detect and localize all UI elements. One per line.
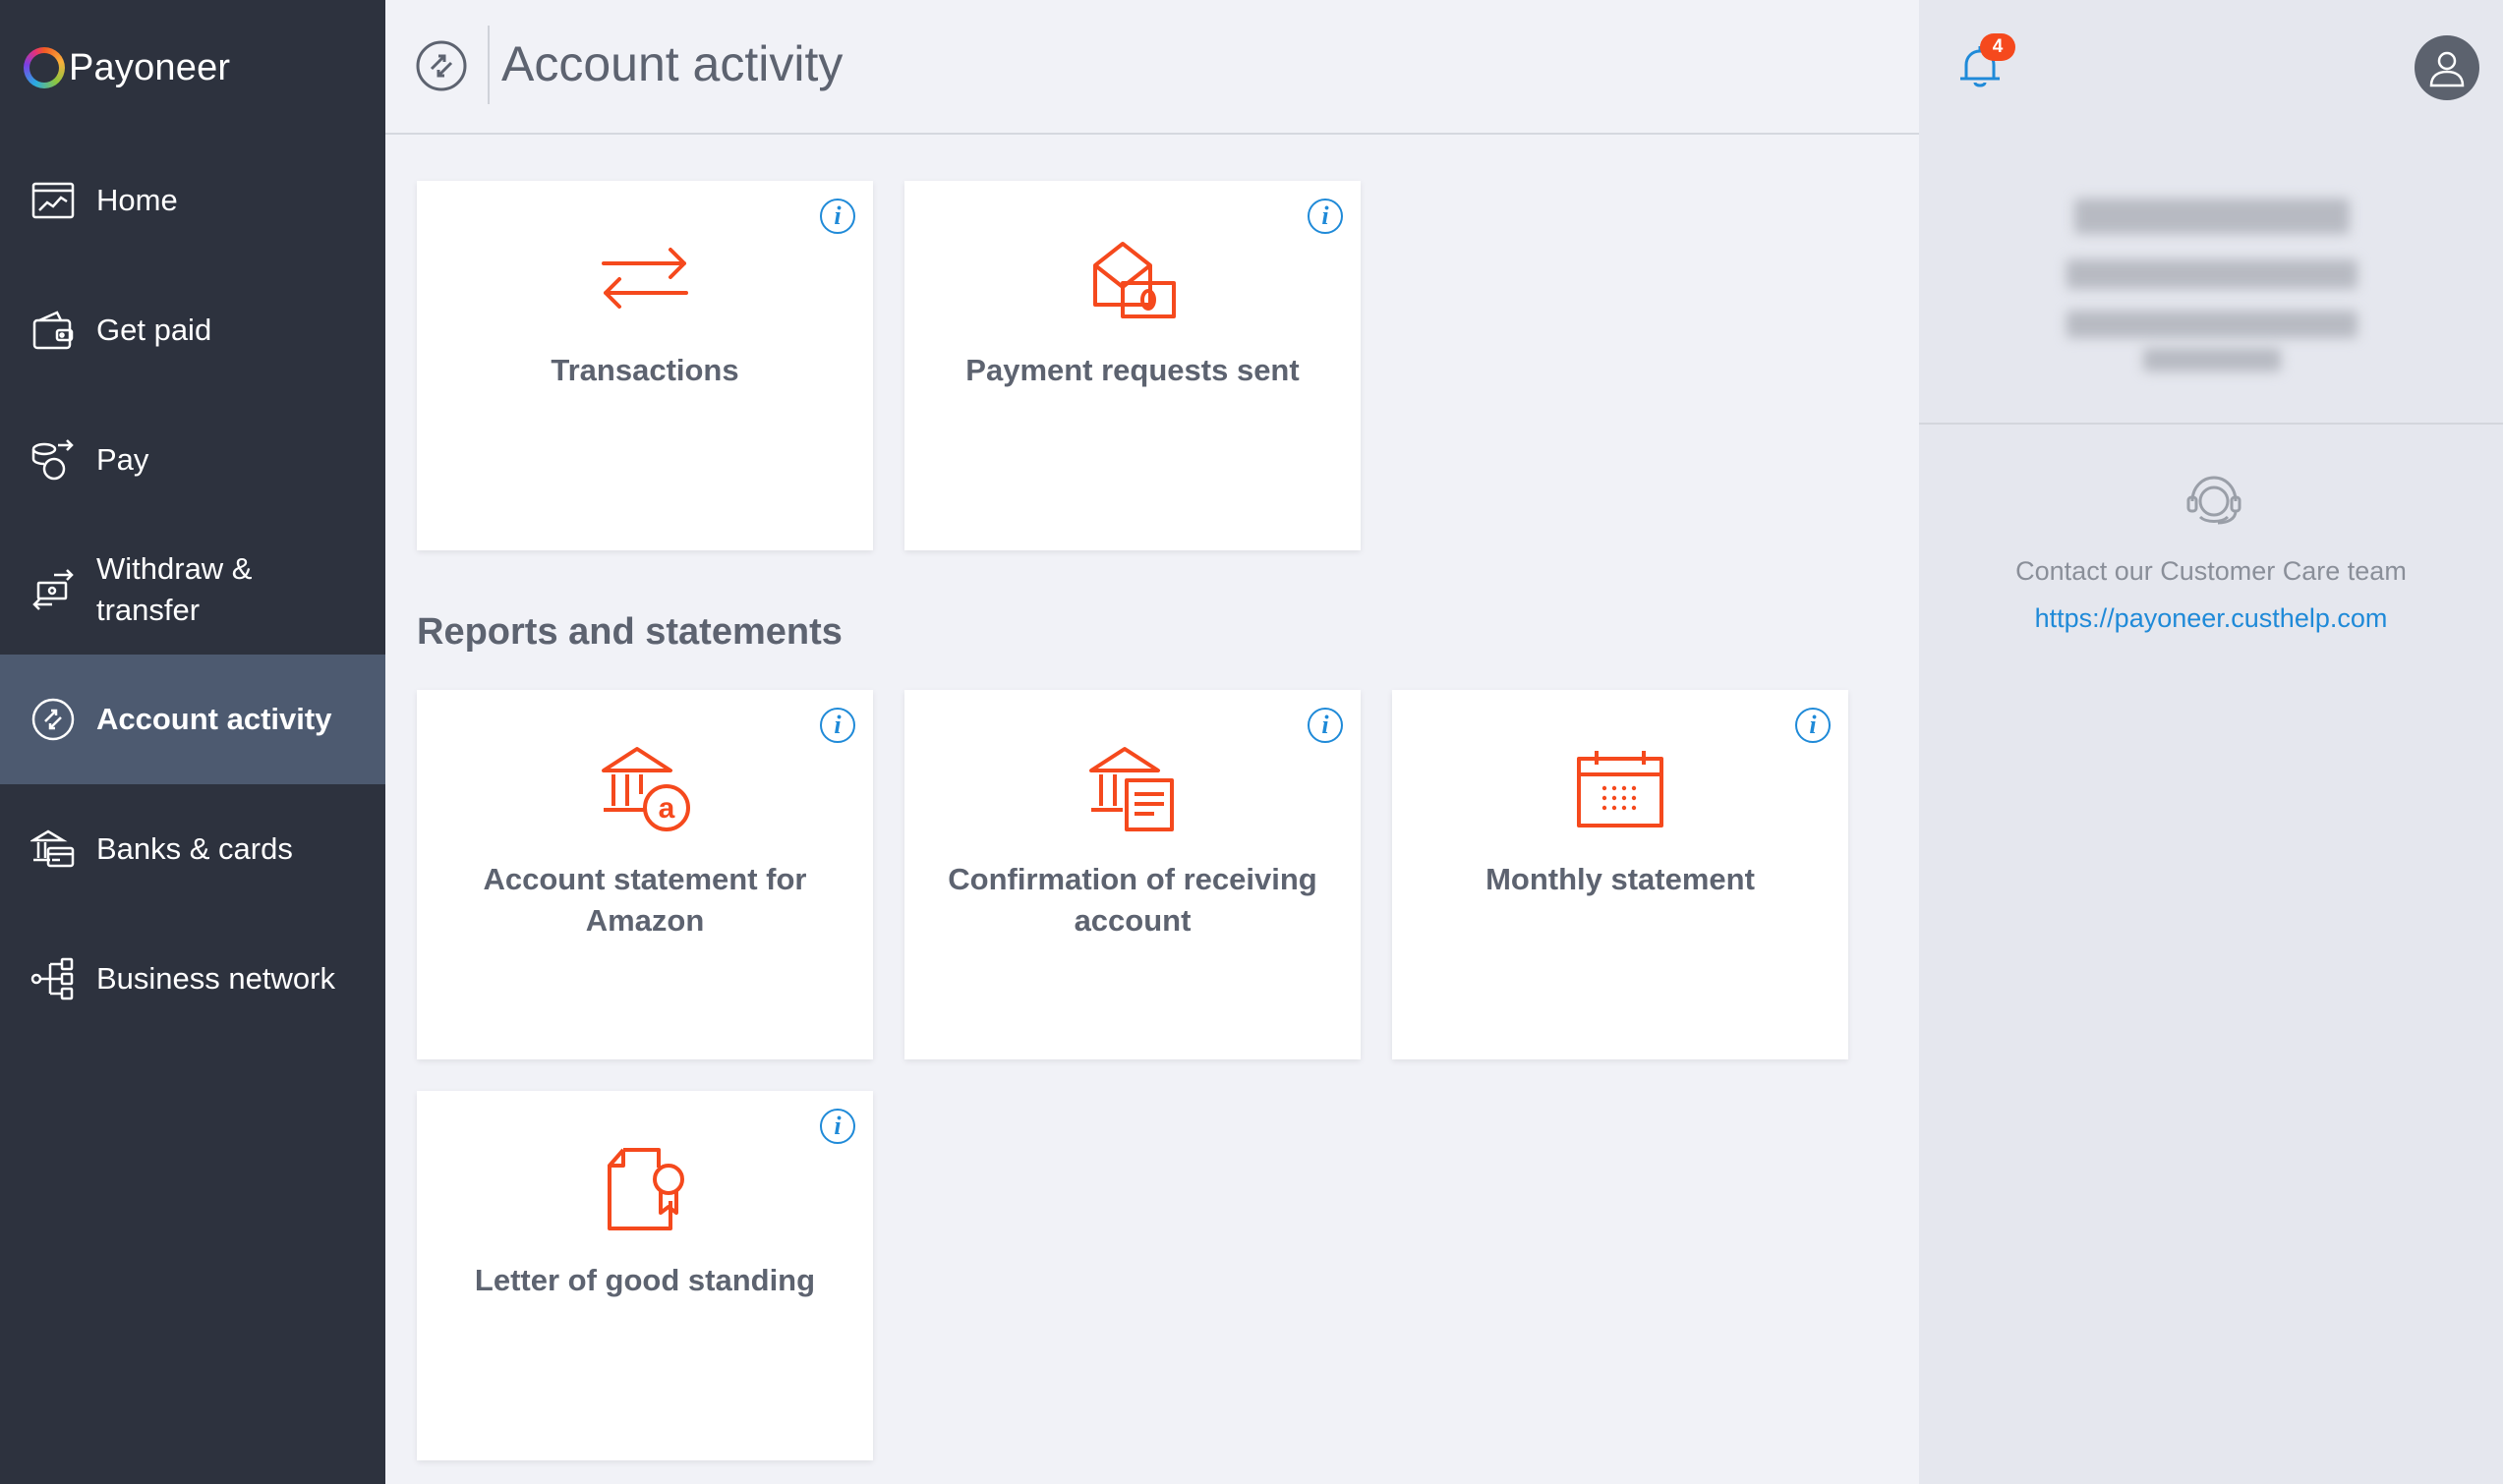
card-label: Transactions [551,353,739,387]
notification-badge: 4 [1980,33,2015,61]
card-monthly-statement[interactable]: i Monthly statement [1392,690,1848,1059]
wallet-icon [29,307,77,354]
panel-divider [1919,423,2503,425]
avatar[interactable] [2415,35,2479,100]
sidebar-item-label: Withdraw & transfer [96,551,253,627]
chart-window-icon [29,177,77,224]
sidebar-item-label: Banks & cards [96,831,293,866]
bank-amazon-icon: a [596,741,694,839]
card-label: Confirmation of receiving account [948,862,1317,938]
sidebar-item-label: Account activity [96,702,332,736]
blurred-account-extra [2143,348,2281,371]
card-label: Letter of good standing [474,1263,816,1297]
sidebar-item-label: Get paid [96,313,212,347]
info-icon[interactable]: i [820,1109,855,1144]
certificate-icon [596,1142,694,1240]
arrows-exchange-icon [596,232,694,330]
card-account-statement-amazon[interactable]: i a Account statement for Amazon [417,690,873,1059]
info-icon[interactable]: i [1795,708,1831,743]
sidebar-item-banks-cards[interactable]: Banks & cards [0,784,385,914]
activity-circle-icon [415,39,468,92]
sidebar: Payoneer Home Get paid Pay Withdraw & tr… [0,0,385,1484]
network-icon [29,955,77,1002]
sidebar-item-home[interactable]: Home [0,136,385,265]
info-icon[interactable]: i [820,708,855,743]
sidebar-item-withdraw-transfer[interactable]: Withdraw & transfer [0,525,385,655]
activity-circle-icon [29,696,77,743]
info-icon[interactable]: i [820,199,855,234]
card-label: Monthly statement [1485,862,1755,896]
sidebar-item-label: Home [96,183,178,217]
right-panel: 4 Contact our Customer Care team https:/… [1919,0,2503,1484]
card-label: Account statement for Amazon [483,862,807,938]
page-title: Account activity [501,36,844,91]
payoneer-logo[interactable]: Payoneer [24,45,230,90]
calendar-icon [1571,741,1669,839]
support-text: Contact our Customer Care team [2015,556,2407,586]
sidebar-item-label: Pay [96,442,149,477]
bank-document-icon [1083,741,1182,839]
info-icon[interactable]: i [1308,199,1343,234]
sidebar-item-business-network[interactable]: Business network [0,914,385,1044]
blurred-account-detail [2066,311,2357,338]
cash-transfer-icon [29,566,77,613]
svg-text:a: a [659,792,675,825]
sidebar-item-account-activity[interactable]: Account activity [0,655,385,784]
sidebar-nav: Home Get paid Pay Withdraw & transfer Ac… [0,136,385,1044]
blurred-account-id [2066,259,2357,289]
logo-text: Payoneer [69,46,231,88]
header-divider [488,26,490,104]
sidebar-item-label: Business network [96,961,335,996]
page-header: Account activity [385,0,1919,135]
coins-arrow-icon [29,436,77,484]
section-title-reports: Reports and statements [417,611,843,653]
card-payment-requests-sent[interactable]: i Payment requests sent [904,181,1361,550]
logo-ring-icon [24,47,65,88]
card-letter-good-standing[interactable]: i Letter of good standing [417,1091,873,1460]
card-confirmation-receiving-account[interactable]: i Confirmation of receiving account [904,690,1361,1059]
headset-support-icon [2183,468,2245,531]
bank-card-icon [29,826,77,873]
info-icon[interactable]: i [1308,708,1343,743]
card-transactions[interactable]: i Transactions [417,181,873,550]
card-label: Payment requests sent [965,353,1300,387]
envelope-money-icon [1083,232,1182,330]
sidebar-item-get-paid[interactable]: Get paid [0,265,385,395]
sidebar-item-pay[interactable]: Pay [0,395,385,525]
blurred-account-name [2074,199,2350,234]
support-link[interactable]: https://payoneer.custhelp.com [1919,603,2503,634]
